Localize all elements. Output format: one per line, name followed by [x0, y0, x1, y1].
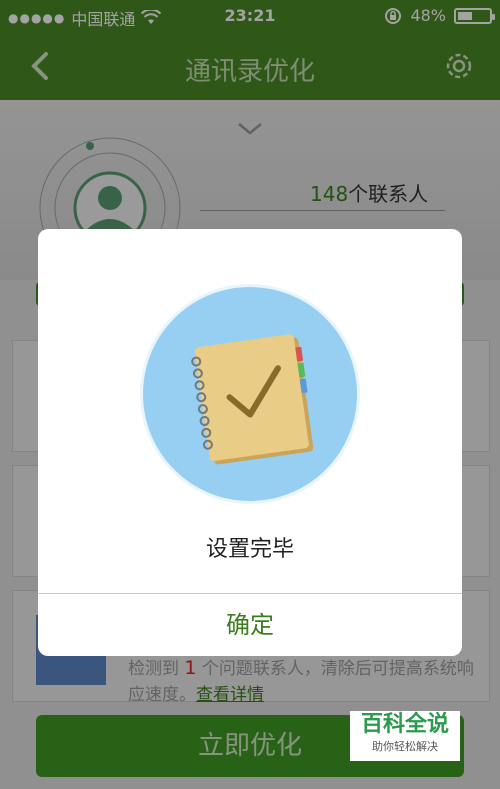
dialog-message: 设置完毕: [205, 537, 294, 562]
confirm-button[interactable]: 确定: [38, 594, 462, 656]
modal-backdrop: 设置完毕 确定: [0, 0, 500, 789]
notebook-check-icon: [191, 334, 314, 465]
watermark-title: 百科全说: [360, 712, 449, 737]
watermark-subtitle: 助你轻松解决: [372, 740, 438, 753]
watermark-logo: 百科全说 助你轻松解决: [350, 711, 460, 761]
completion-dialog: 设置完毕 确定: [38, 229, 462, 656]
